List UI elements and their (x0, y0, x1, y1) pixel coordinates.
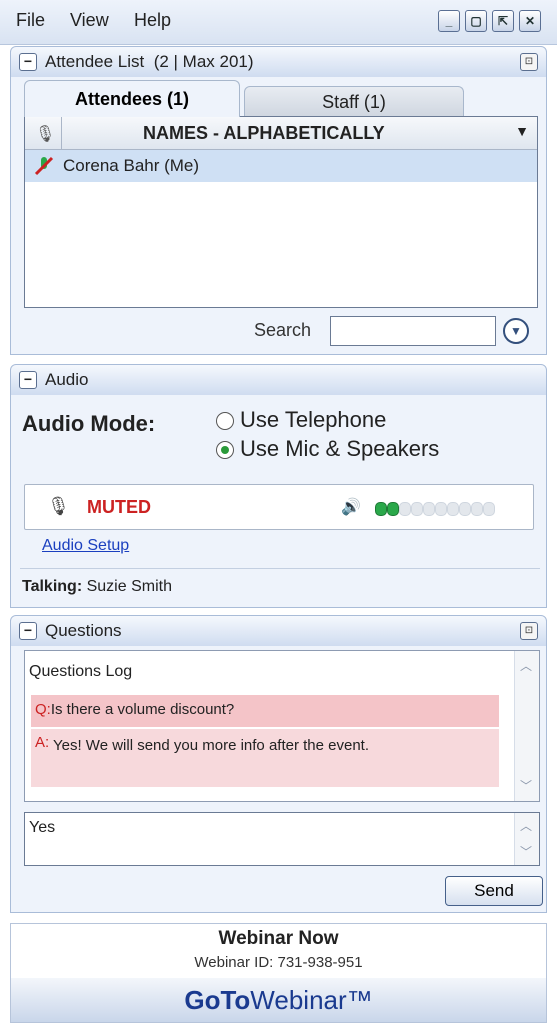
volume-meter (375, 485, 505, 529)
radio-mic-speakers[interactable] (216, 441, 234, 459)
questions-log-title: Questions Log (29, 663, 133, 680)
questions-panel-header: − Questions ⊡ (10, 615, 547, 647)
muted-status: MUTED (87, 497, 151, 517)
restore-icon[interactable]: ▢ (465, 10, 487, 32)
gotowebinar-logo: GoToWebinar™ (11, 978, 546, 1022)
answer-text: Yes! We will send you more info after th… (53, 737, 370, 754)
question-item: Q:Is there a volume discount? (31, 695, 499, 727)
scroll-up-icon[interactable]: ︿ (519, 659, 533, 673)
scroll-down-icon[interactable]: ﹀ (519, 779, 533, 793)
speaker-icon[interactable]: 🔊 (341, 497, 361, 517)
audio-panel-header: − Audio (10, 364, 547, 396)
muted-microphone-icon (33, 155, 55, 177)
meter-segment (399, 502, 411, 516)
minimize-icon[interactable]: _ (438, 10, 460, 32)
audio-mode-label: Audio Mode: (22, 411, 156, 436)
sort-label: NAMES - ALPHABETICALLY (143, 123, 385, 143)
attendee-panel-header: − Attendee List (2 | Max 201) ⊡ (10, 46, 547, 78)
audio-setup-link[interactable]: Audio Setup (42, 537, 129, 555)
grab-tab-icon[interactable]: ⇱ (492, 10, 514, 32)
close-icon[interactable]: ✕ (519, 10, 541, 32)
scroll-up-icon[interactable]: ︿ (519, 819, 533, 833)
meter-segment (375, 502, 387, 516)
search-label: Search (254, 320, 312, 340)
meter-segment (471, 502, 483, 516)
question-input[interactable]: Yes ︿ ﹀ (24, 812, 540, 866)
option-telephone-label[interactable]: Use Telephone (240, 407, 386, 433)
popout-icon[interactable]: ⊡ (520, 622, 538, 640)
chevron-down-icon[interactable]: ▼ (515, 123, 529, 139)
collapse-icon[interactable]: − (19, 53, 37, 71)
audio-panel-title: Audio (45, 370, 89, 389)
webinar-title: Webinar Now (218, 928, 339, 949)
meter-segment (387, 502, 399, 516)
meter-segment (483, 502, 495, 516)
menu-file[interactable]: File (16, 10, 45, 31)
meter-segment (447, 502, 459, 516)
radio-telephone[interactable] (216, 412, 234, 430)
questions-log: Questions Log Q:Is there a volume discou… (24, 650, 540, 802)
list-header[interactable]: 🎙 NAMES - ALPHABETICALLY ▼ (25, 117, 537, 150)
microphone-icon[interactable]: 🎙 (47, 496, 70, 517)
attendee-list[interactable]: 🎙 NAMES - ALPHABETICALLY ▼ Corena Bahr (… (24, 116, 538, 308)
meter-segment (459, 502, 471, 516)
attendee-panel-title: Attendee List (2 | Max 201) (45, 52, 254, 71)
meter-segment (435, 502, 447, 516)
popout-icon[interactable]: ⊡ (520, 53, 538, 71)
menu-bar: File View Help _ ▢ ⇱ ✕ (0, 0, 557, 45)
webinar-id: Webinar ID: 731-938-951 (194, 954, 363, 971)
collapse-icon[interactable]: − (19, 371, 37, 389)
send-button[interactable]: Send (445, 876, 543, 906)
meter-segment (423, 502, 435, 516)
menu-view[interactable]: View (70, 10, 109, 31)
talking-indicator: Talking: Suzie Smith (22, 578, 172, 595)
meter-segment (411, 502, 423, 516)
collapse-icon[interactable]: − (19, 622, 37, 640)
attendee-name: Corena Bahr (Me) (63, 156, 200, 175)
audio-status-box: 🎙 MUTED 🔊 (24, 484, 534, 530)
webinar-info: Webinar Now Webinar ID: 731-938-951 GoTo… (10, 923, 547, 1023)
list-item[interactable]: Corena Bahr (Me) (25, 150, 537, 182)
tab-attendees[interactable]: Attendees (1) (24, 80, 240, 117)
menu-help[interactable]: Help (134, 10, 171, 31)
answer-item: A: Yes! We will send you more info after… (31, 729, 499, 787)
search-options-icon[interactable]: ▼ (503, 318, 529, 344)
search-input[interactable] (330, 316, 496, 346)
option-mic-speakers-label[interactable]: Use Mic & Speakers (240, 436, 439, 462)
questions-scrollbar[interactable]: ︿ ﹀ (514, 651, 539, 801)
questions-panel-title: Questions (45, 621, 122, 640)
microphone-icon: 🎙 (35, 126, 56, 143)
scroll-down-icon[interactable]: ﹀ (519, 845, 533, 859)
input-scrollbar[interactable]: ︿ ﹀ (514, 813, 539, 865)
tab-staff[interactable]: Staff (1) (244, 86, 464, 117)
